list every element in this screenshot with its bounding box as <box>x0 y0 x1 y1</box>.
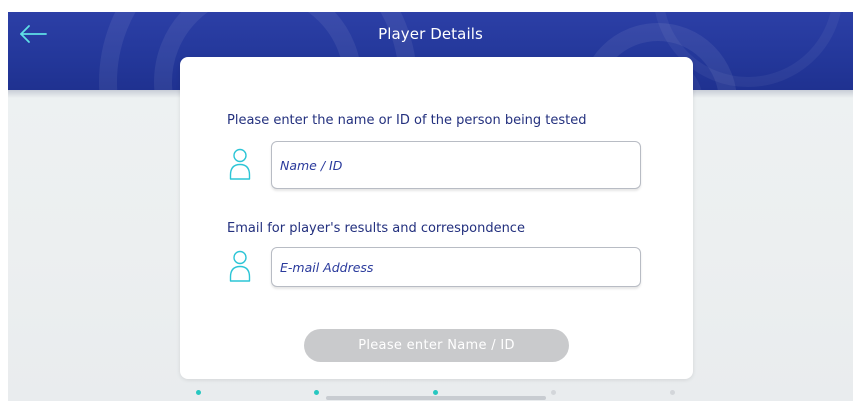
page-dot-5[interactable] <box>670 390 675 395</box>
user-icon <box>229 250 251 282</box>
page-title: Player Details <box>378 25 483 43</box>
email-field[interactable] <box>271 247 641 287</box>
page-indicator <box>8 385 853 401</box>
name-input[interactable] <box>272 142 640 188</box>
player-details-card: Please enter the name or ID of the perso… <box>180 57 693 379</box>
app-screen: Player Details Please enter the name or … <box>8 12 853 401</box>
page-dot-4[interactable] <box>551 390 556 395</box>
submit-button[interactable]: Please enter Name / ID <box>304 329 569 362</box>
name-field-label: Please enter the name or ID of the perso… <box>227 113 587 128</box>
scroll-indicator[interactable] <box>326 396 546 400</box>
page-dot-1[interactable] <box>196 390 201 395</box>
page-dot-2[interactable] <box>314 390 319 395</box>
email-input[interactable] <box>272 248 640 286</box>
email-field-label: Email for player's results and correspon… <box>227 221 525 236</box>
user-icon <box>229 148 251 180</box>
name-field[interactable] <box>271 141 641 189</box>
page-dot-3[interactable] <box>433 390 438 395</box>
